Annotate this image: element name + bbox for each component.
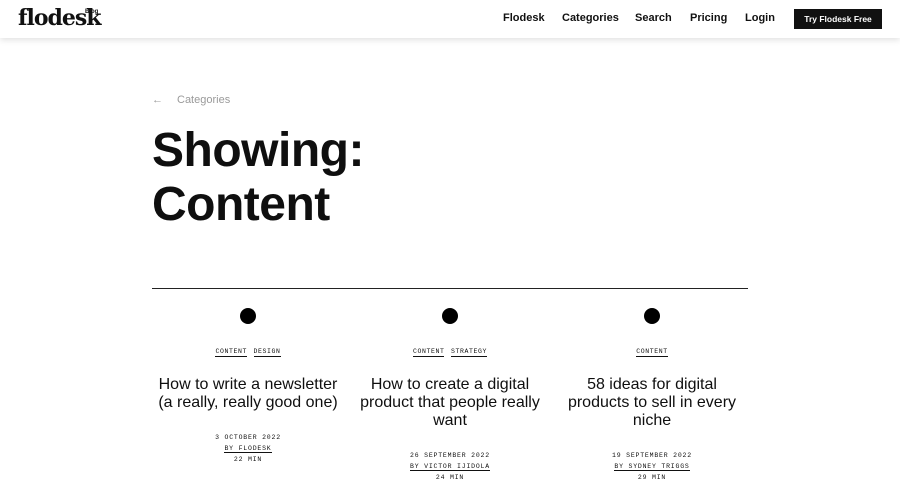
divider — [152, 288, 748, 289]
post-title[interactable]: 58 ideas for digital products to sell in… — [562, 376, 742, 430]
post-thumbnail-dot[interactable] — [644, 308, 660, 324]
post-card: CONTENT STRATEGY How to create a digital… — [360, 308, 540, 483]
post-author[interactable]: BY VICTOR IJIDOLA — [410, 463, 490, 471]
post-date: 26 SEPTEMBER 2022 — [410, 452, 490, 459]
post-thumbnail-dot[interactable] — [442, 308, 458, 324]
arrow-left-icon: ← — [152, 94, 163, 106]
back-link-label: Categories — [177, 94, 231, 106]
post-date: 19 SEPTEMBER 2022 — [612, 452, 692, 459]
page-title: Showing: Content — [152, 124, 364, 232]
page-title-line-1: Showing: — [152, 124, 364, 177]
tag-link[interactable]: CONTENT — [412, 348, 445, 357]
try-flodesk-free-button[interactable]: Try Flodesk Free — [794, 9, 882, 29]
nav-links: Flodesk Categories Search Pricing Login — [0, 12, 900, 28]
nav-link-flodesk[interactable]: Flodesk — [503, 12, 545, 24]
nav-link-categories[interactable]: Categories — [562, 12, 619, 24]
post-date: 3 OCTOBER 2022 — [215, 434, 281, 441]
post-read-time: 22 MIN — [233, 456, 263, 463]
post-title[interactable]: How to create a digital product that peo… — [360, 376, 540, 430]
tag-link[interactable]: STRATEGY — [451, 348, 488, 357]
post-tags: CONTENT STRATEGY — [360, 348, 540, 357]
post-thumbnail-dot[interactable] — [240, 308, 256, 324]
tag-link[interactable]: CONTENT — [215, 348, 247, 357]
tag-link[interactable]: DESIGN — [253, 348, 281, 357]
nav-link-pricing[interactable]: Pricing — [690, 12, 727, 24]
post-card: CONTENT 58 ideas for digital products to… — [562, 308, 742, 483]
nav-link-login[interactable]: Login — [745, 12, 775, 24]
back-to-categories-link[interactable]: ← Categories — [152, 94, 230, 106]
post-read-time: 29 MIN — [637, 474, 667, 481]
post-tags: CONTENT — [562, 348, 742, 357]
page-title-line-2: Content — [152, 178, 330, 231]
post-card: CONTENT DESIGN How to write a newsletter… — [158, 308, 338, 465]
tag-link[interactable]: CONTENT — [636, 348, 668, 357]
post-title[interactable]: How to write a newsletter (a really, rea… — [158, 376, 338, 412]
top-navbar: flodesk Blog Flodesk Categories Search P… — [0, 0, 900, 38]
nav-link-search[interactable]: Search — [635, 12, 672, 24]
post-read-time: 24 MIN — [435, 474, 465, 481]
post-tags: CONTENT DESIGN — [158, 348, 338, 357]
post-author[interactable]: BY FLODESK — [224, 445, 272, 453]
post-author[interactable]: BY SYDNEY TRIGGS — [614, 463, 690, 471]
